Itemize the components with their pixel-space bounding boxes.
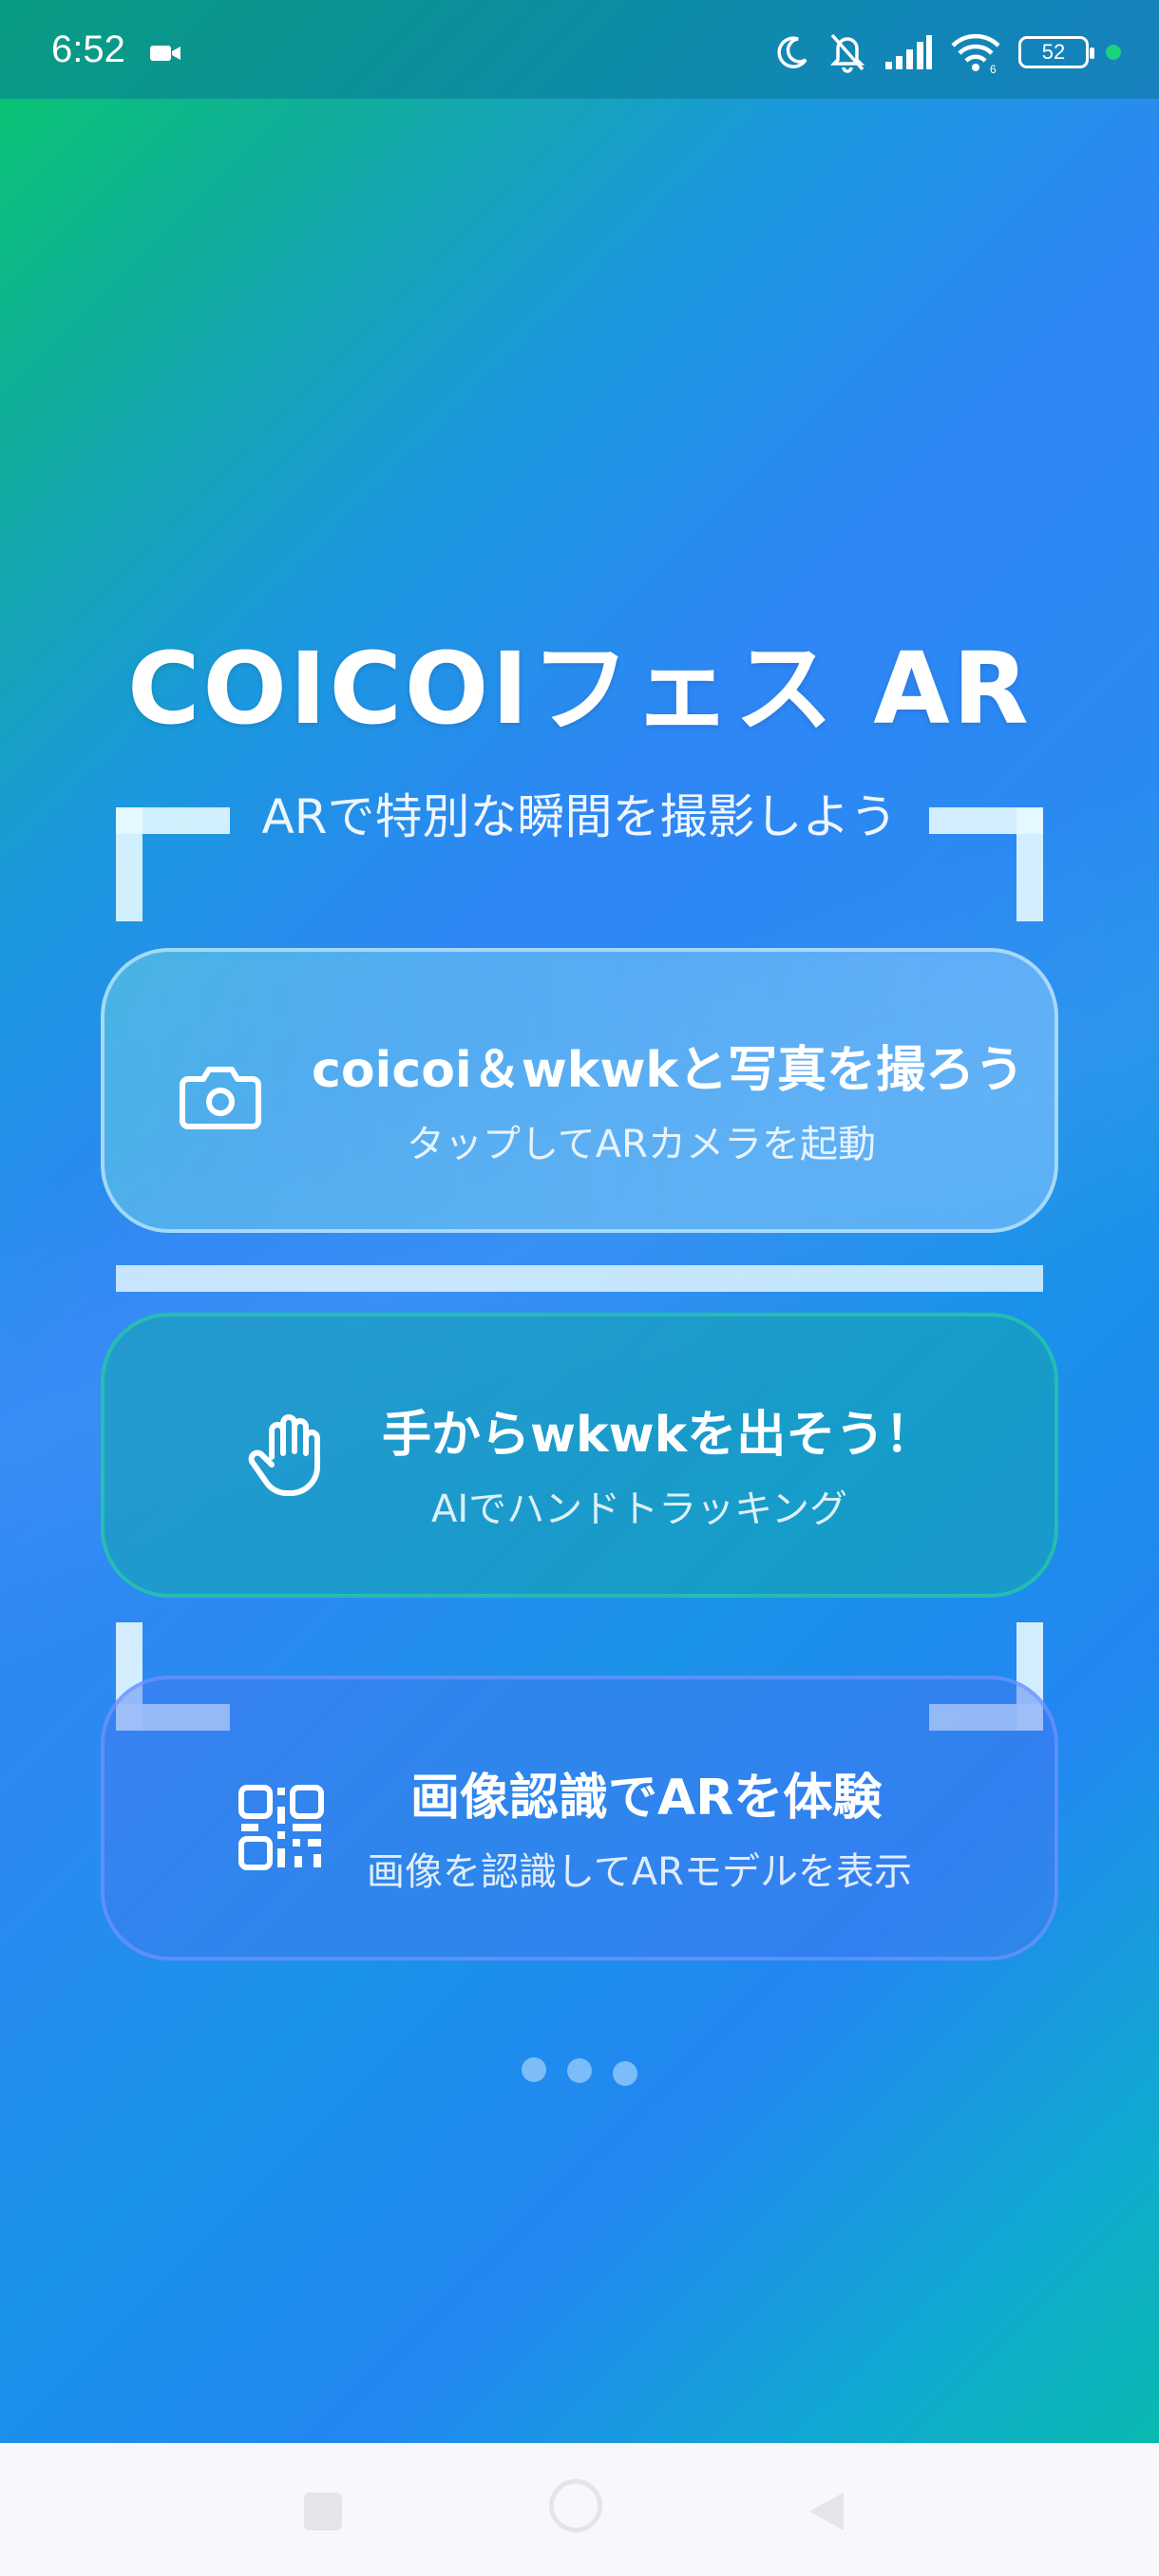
card-title: 画像認識でARを体験 (410, 1770, 883, 1827)
image-recognition-card[interactable]: 画像認識でARを体験 画像を認識してARモデルを表示 (101, 1676, 1058, 1960)
frame-corner-top-right (1016, 807, 1043, 921)
card-subtitle: タップしてARカメラを起動 (407, 1123, 876, 1166)
bell-off-icon (829, 33, 865, 73)
moon-icon (777, 36, 808, 68)
page-title: COICOIフェス AR (127, 631, 1032, 747)
app-screen: 6:52 6 52 COICOIフェス AR ARで特別な瞬間を撮影しよう co… (0, 0, 1159, 2576)
card-subtitle: AIでハンドトラッキング (431, 1487, 847, 1531)
page-indicator-dot (567, 2058, 592, 2083)
wifi-icon: 6 (951, 33, 1000, 73)
signal-icon (885, 35, 932, 69)
video-camera-icon (150, 46, 180, 61)
svg-text:6: 6 (990, 63, 997, 73)
card-title: coicoi＆wkwkと写真を撮ろう (312, 1042, 1024, 1099)
camera-icon (180, 1067, 261, 1129)
frame-divider (116, 1265, 1043, 1292)
home-button[interactable] (549, 2479, 602, 2532)
hand-icon (248, 1414, 320, 1497)
recent-apps-button[interactable] (304, 2492, 342, 2530)
page-indicator-dot (522, 2057, 546, 2082)
battery-level: 52 (1041, 40, 1066, 64)
card-title: 手からwkwkを出そう！ (382, 1407, 935, 1464)
page-indicator-dot (613, 2061, 637, 2086)
back-button[interactable] (806, 2489, 847, 2534)
frame-corner-top-left (116, 807, 142, 921)
green-dot-icon (1106, 45, 1121, 60)
system-navigation-bar (0, 2443, 1159, 2576)
status-icons: 6 52 (773, 28, 1121, 76)
ar-photo-card[interactable]: coicoi＆wkwkと写真を撮ろう タップしてARカメラを起動 (101, 948, 1058, 1233)
battery-icon: 52 (1018, 36, 1094, 68)
qr-code-icon (238, 1785, 324, 1870)
hand-tracking-card[interactable]: 手からwkwkを出そう！ AIでハンドトラッキング (101, 1313, 1058, 1598)
card-subtitle: 画像を認識してARモデルを表示 (367, 1850, 912, 1894)
status-bar: 6:52 6 52 (0, 0, 1159, 99)
status-time: 6:52 (51, 28, 125, 70)
